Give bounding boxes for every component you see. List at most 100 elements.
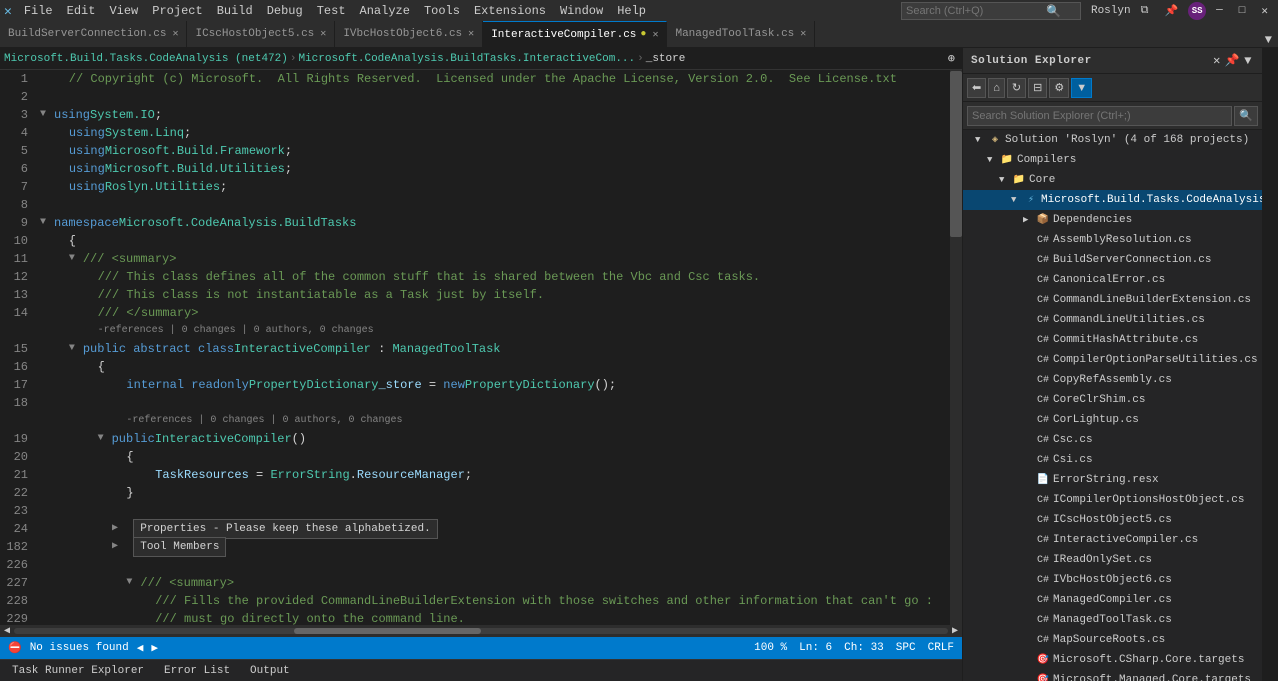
- tree-node-file[interactable]: C# CommandLineBuilderExtension.cs: [963, 290, 1262, 310]
- menu-debug[interactable]: Debug: [261, 2, 309, 20]
- add-line-icon[interactable]: ⊕: [945, 51, 958, 66]
- tree-node-mbtca[interactable]: ▼ ⚡ Microsoft.Build.Tasks.CodeAnalysis: [963, 190, 1262, 210]
- menu-analyze[interactable]: Analyze: [354, 2, 416, 20]
- collapsed-block[interactable]: Properties - Please keep these alphabeti…: [133, 519, 437, 539]
- tree-node-file[interactable]: 🎯 Microsoft.Managed.Core.targets: [963, 670, 1262, 681]
- nav-left-btn[interactable]: ◀: [137, 641, 144, 655]
- global-search[interactable]: 🔍: [901, 2, 1081, 20]
- sidebar-pin-btn[interactable]: 📌: [1223, 53, 1242, 68]
- expand-icon[interactable]: ▼: [987, 155, 999, 165]
- tree-node-file[interactable]: 🎯 Microsoft.CSharp.Core.targets: [963, 650, 1262, 670]
- sidebar-search-box[interactable]: [967, 106, 1232, 126]
- fold-btn[interactable]: ▼: [40, 106, 52, 124]
- tab-buildserverconnection[interactable]: BuildServerConnection.cs ✕: [0, 21, 187, 47]
- tree-node-file[interactable]: C# CommitHashAttribute.cs: [963, 330, 1262, 350]
- tree-node-file[interactable]: C# BuildServerConnection.cs: [963, 250, 1262, 270]
- menu-build[interactable]: Build: [211, 2, 259, 20]
- window-close-btn[interactable]: ✕: [1255, 4, 1274, 18]
- expand-icon[interactable]: ▼: [975, 135, 987, 145]
- scroll-nav-right[interactable]: ▶: [952, 625, 958, 637]
- tree-node-file[interactable]: C# Csc.cs: [963, 430, 1262, 450]
- panel-tab-errorlist[interactable]: Error List: [160, 663, 234, 679]
- tab-interactivecompiler[interactable]: InteractiveCompiler.cs ● ✕: [483, 21, 667, 47]
- sidebar-refresh-btn[interactable]: ↻: [1007, 78, 1026, 98]
- code-area[interactable]: // Copyright (c) Microsoft. All Rights R…: [36, 70, 950, 625]
- sidebar-search-input[interactable]: [972, 110, 1227, 122]
- tab-close-icon[interactable]: ✕: [652, 29, 658, 41]
- menu-file[interactable]: File: [18, 2, 59, 20]
- tab-close-icon[interactable]: ✕: [172, 28, 178, 40]
- fold-btn[interactable]: ▼: [40, 214, 52, 232]
- menu-test[interactable]: Test: [311, 2, 352, 20]
- tree-node-file[interactable]: 📄 ErrorString.resx: [963, 470, 1262, 490]
- user-avatar[interactable]: SS: [1188, 2, 1206, 20]
- tree-node-file[interactable]: C# InteractiveCompiler.cs: [963, 530, 1262, 550]
- sidebar-close-btn[interactable]: ✕: [1211, 53, 1223, 68]
- tree-node-file[interactable]: C# CompilerOptionParseUtilities.cs: [963, 350, 1262, 370]
- tree-node-file[interactable]: C# ManagedCompiler.cs: [963, 590, 1262, 610]
- scroll-nav-left[interactable]: ◀: [4, 625, 10, 637]
- nav-right-btn[interactable]: ▶: [151, 641, 158, 655]
- menu-tools[interactable]: Tools: [418, 2, 466, 20]
- sidebar-chevron-btn[interactable]: ▼: [1242, 54, 1254, 68]
- tree-node-file[interactable]: C# IVbcHostObject6.cs: [963, 570, 1262, 590]
- fold-btn[interactable]: ▼: [69, 250, 81, 268]
- panel-tab-taskrunner[interactable]: Task Runner Explorer: [8, 663, 148, 679]
- sidebar-home-btn[interactable]: ⌂: [988, 78, 1005, 98]
- tree-node-file[interactable]: C# CanonicalError.cs: [963, 270, 1262, 290]
- expand-icon[interactable]: ▼: [999, 175, 1011, 185]
- sidebar-filter-btn[interactable]: ▼: [1071, 78, 1092, 98]
- window-maximize-btn[interactable]: □: [1233, 5, 1252, 17]
- tree-node-file[interactable]: C# CoreClrShim.cs: [963, 390, 1262, 410]
- tree-node-solution[interactable]: ▼ ◈ Solution 'Roslyn' (4 of 168 projects…: [963, 130, 1262, 150]
- scroll-thumb[interactable]: [950, 71, 962, 238]
- fold-btn[interactable]: ▼: [69, 340, 81, 358]
- fold-btn[interactable]: ▼: [126, 574, 138, 592]
- tab-overflow-btn[interactable]: ▼: [1259, 33, 1278, 47]
- expand-icon[interactable]: ▶: [1023, 215, 1035, 225]
- fold-btn[interactable]: ▼: [98, 430, 110, 448]
- menu-edit[interactable]: Edit: [61, 2, 102, 20]
- window-toggle-btn[interactable]: ⧉: [1135, 5, 1155, 17]
- sidebar-back-btn[interactable]: ⬅: [967, 78, 986, 98]
- tab-close-icon[interactable]: ✕: [320, 28, 326, 40]
- panel-tab-output[interactable]: Output: [246, 663, 294, 679]
- tree-node-file[interactable]: C# MapSourceRoots.cs: [963, 630, 1262, 650]
- tree-node-file[interactable]: C# CopyRefAssembly.cs: [963, 370, 1262, 390]
- tree-node-core[interactable]: ▼ 📁 Core: [963, 170, 1262, 190]
- tree-node-file[interactable]: C# ICompilerOptionsHostObject.cs: [963, 490, 1262, 510]
- tree-node-file[interactable]: C# IReadOnlySet.cs: [963, 550, 1262, 570]
- sidebar-search-btn[interactable]: 🔍: [1234, 106, 1258, 126]
- tree-node-file[interactable]: C# Csi.cs: [963, 450, 1262, 470]
- tree-node-file[interactable]: C# ManagedToolTask.cs: [963, 610, 1262, 630]
- search-input[interactable]: [906, 5, 1046, 17]
- tab-close-icon[interactable]: ✕: [800, 28, 806, 40]
- menu-window[interactable]: Window: [554, 2, 609, 20]
- window-minimize-btn[interactable]: ─: [1210, 5, 1229, 17]
- tab-icschostobject5[interactable]: ICscHostObject5.cs ✕: [187, 21, 335, 47]
- vertical-scrollbar[interactable]: [950, 70, 962, 625]
- tree-node-compilers[interactable]: ▼ 📁 Compilers: [963, 150, 1262, 170]
- fold-btn[interactable]: ▶: [112, 538, 124, 556]
- menu-project[interactable]: Project: [146, 2, 208, 20]
- collapsed-block[interactable]: Tool Members: [133, 537, 226, 557]
- tree-node-file[interactable]: C# ICscHostObject5.cs: [963, 510, 1262, 530]
- tab-close-icon[interactable]: ✕: [468, 28, 474, 40]
- scroll-track[interactable]: [14, 628, 948, 634]
- menu-extensions[interactable]: Extensions: [468, 2, 552, 20]
- tree-node-file[interactable]: C# CorLightup.cs: [963, 410, 1262, 430]
- breadcrumb-project[interactable]: Microsoft.Build.Tasks.CodeAnalysis (net4…: [4, 53, 288, 65]
- menu-help[interactable]: Help: [611, 2, 652, 20]
- tab-ivbchostobject6[interactable]: IVbcHostObject6.cs ✕: [335, 21, 483, 47]
- tree-node-dependencies[interactable]: ▶ 📦 Dependencies: [963, 210, 1262, 230]
- horizontal-scrollbar[interactable]: ◀ ▶: [0, 625, 962, 637]
- sidebar-collapse-btn[interactable]: ⊟: [1028, 78, 1047, 98]
- expand-icon[interactable]: ▼: [1011, 195, 1023, 205]
- fold-btn[interactable]: ▶: [112, 520, 124, 538]
- breadcrumb-namespace[interactable]: Microsoft.CodeAnalysis.BuildTasks.Intera…: [298, 53, 635, 65]
- tree-node-file[interactable]: C# CommandLineUtilities.cs: [963, 310, 1262, 330]
- scroll-thumb[interactable]: [294, 628, 481, 634]
- tab-managedtooltask[interactable]: ManagedToolTask.cs ✕: [667, 21, 815, 47]
- menu-view[interactable]: View: [103, 2, 144, 20]
- tree-node-file[interactable]: C# AssemblyResolution.cs: [963, 230, 1262, 250]
